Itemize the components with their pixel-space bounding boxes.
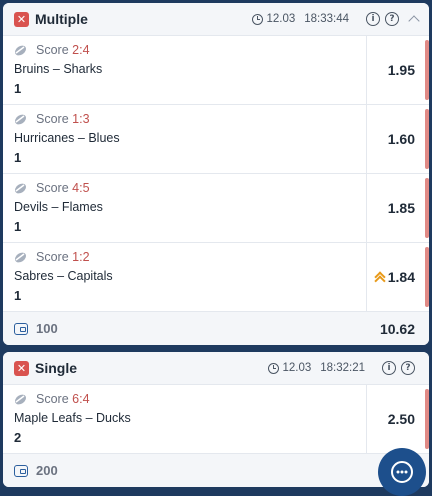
stake-amount: 200: [36, 463, 58, 478]
bet-card-single: ✕ Single 12.03 18:32:21 i ? Score 6:4 Ma…: [3, 352, 429, 487]
odds-value: 1.85: [387, 200, 415, 216]
pick-outcome: 1: [14, 288, 22, 303]
score-value: 1:3: [72, 112, 90, 126]
status-bar: [425, 389, 429, 449]
hockey-puck-icon: [15, 252, 26, 263]
hockey-puck-icon: [15, 394, 26, 405]
score-line: Score 4:5: [36, 181, 366, 197]
score-label: Score: [36, 43, 69, 57]
hockey-puck-icon: [15, 183, 26, 194]
clock-icon: [252, 13, 264, 25]
match-teams: Devils – Flames: [14, 200, 103, 214]
bet-type-title: Single: [35, 360, 78, 376]
pick-outcome: 2: [14, 430, 22, 445]
score-value: 1:2: [72, 250, 90, 264]
bet-row: Score 1:2 Sabres – Capitals 1 1.84: [3, 243, 429, 312]
odds-value: 1.60: [387, 131, 415, 147]
score-value: 4:5: [72, 181, 90, 195]
card-header[interactable]: ✕ Single 12.03 18:32:21 i ?: [3, 352, 429, 385]
score-line: Score 1:2: [36, 250, 366, 266]
help-icon[interactable]: ?: [385, 12, 399, 26]
score-label: Score: [36, 112, 69, 126]
bet-date: 12.03: [266, 13, 296, 25]
clock-icon: [268, 362, 280, 374]
match-teams: Maple Leafs – Ducks: [14, 411, 131, 425]
info-icon[interactable]: i: [382, 361, 396, 375]
score-value: 6:4: [72, 392, 90, 406]
close-icon[interactable]: ✕: [14, 360, 29, 376]
bet-date: 12.03: [282, 362, 312, 374]
hockey-puck-icon: [15, 45, 26, 56]
score-label: Score: [36, 250, 69, 264]
odds-value: 1.84: [387, 269, 415, 285]
bet-row: Score 6:4 Maple Leafs – Ducks 2 2.50: [3, 385, 429, 454]
hockey-puck-icon: [15, 114, 26, 125]
bet-time: 18:32:21: [320, 362, 365, 374]
card-header[interactable]: ✕ Multiple 12.03 18:33:44 i ?: [3, 3, 429, 36]
info-icon[interactable]: i: [366, 12, 380, 26]
score-value: 2:4: [72, 43, 90, 57]
score-label: Score: [36, 181, 69, 195]
status-bar: [425, 40, 429, 100]
total-odds: 10.62: [379, 320, 415, 337]
odds-up-arrow-icon: [374, 271, 384, 283]
match-teams: Sabres – Capitals: [14, 269, 113, 283]
match-teams: Hurricanes – Blues: [14, 131, 120, 145]
match-teams: Bruins – Sharks: [14, 62, 103, 76]
bet-time: 18:33:44: [304, 13, 349, 25]
score-line: Score 6:4: [36, 392, 366, 408]
bet-history: ✕ Multiple 12.03 18:33:44 i ? Score 2:4 …: [3, 3, 429, 494]
bet-card-multiple: ✕ Multiple 12.03 18:33:44 i ? Score 2:4 …: [3, 3, 429, 345]
status-bar: [425, 178, 429, 238]
close-icon[interactable]: ✕: [14, 11, 29, 27]
card-footer: 200: [3, 454, 429, 487]
odds-value: 1.95: [387, 62, 415, 78]
bet-row: Score 2:4 Bruins – Sharks 1 1.95: [3, 36, 429, 105]
card-footer: 100 10.62: [3, 312, 429, 345]
odds-value: 2.50: [387, 411, 415, 427]
pick-outcome: 1: [14, 150, 22, 165]
status-bar: [425, 247, 429, 307]
bet-row: Score 1:3 Hurricanes – Blues 1 1.60: [3, 105, 429, 174]
status-bar: [425, 109, 429, 169]
score-line: Score 1:3: [36, 112, 366, 128]
pick-outcome: 1: [14, 81, 22, 96]
stake-amount: 100: [36, 321, 58, 336]
pick-outcome: 1: [14, 219, 22, 234]
chat-bubble-icon: [391, 461, 413, 483]
wallet-icon: [14, 464, 28, 477]
bet-type-title: Multiple: [35, 11, 88, 27]
help-icon[interactable]: ?: [401, 361, 415, 375]
score-label: Score: [36, 392, 69, 406]
wallet-icon: [14, 322, 28, 335]
bet-row: Score 4:5 Devils – Flames 1 1.85: [3, 174, 429, 243]
chevron-up-icon[interactable]: [407, 12, 421, 26]
score-line: Score 2:4: [36, 43, 366, 59]
